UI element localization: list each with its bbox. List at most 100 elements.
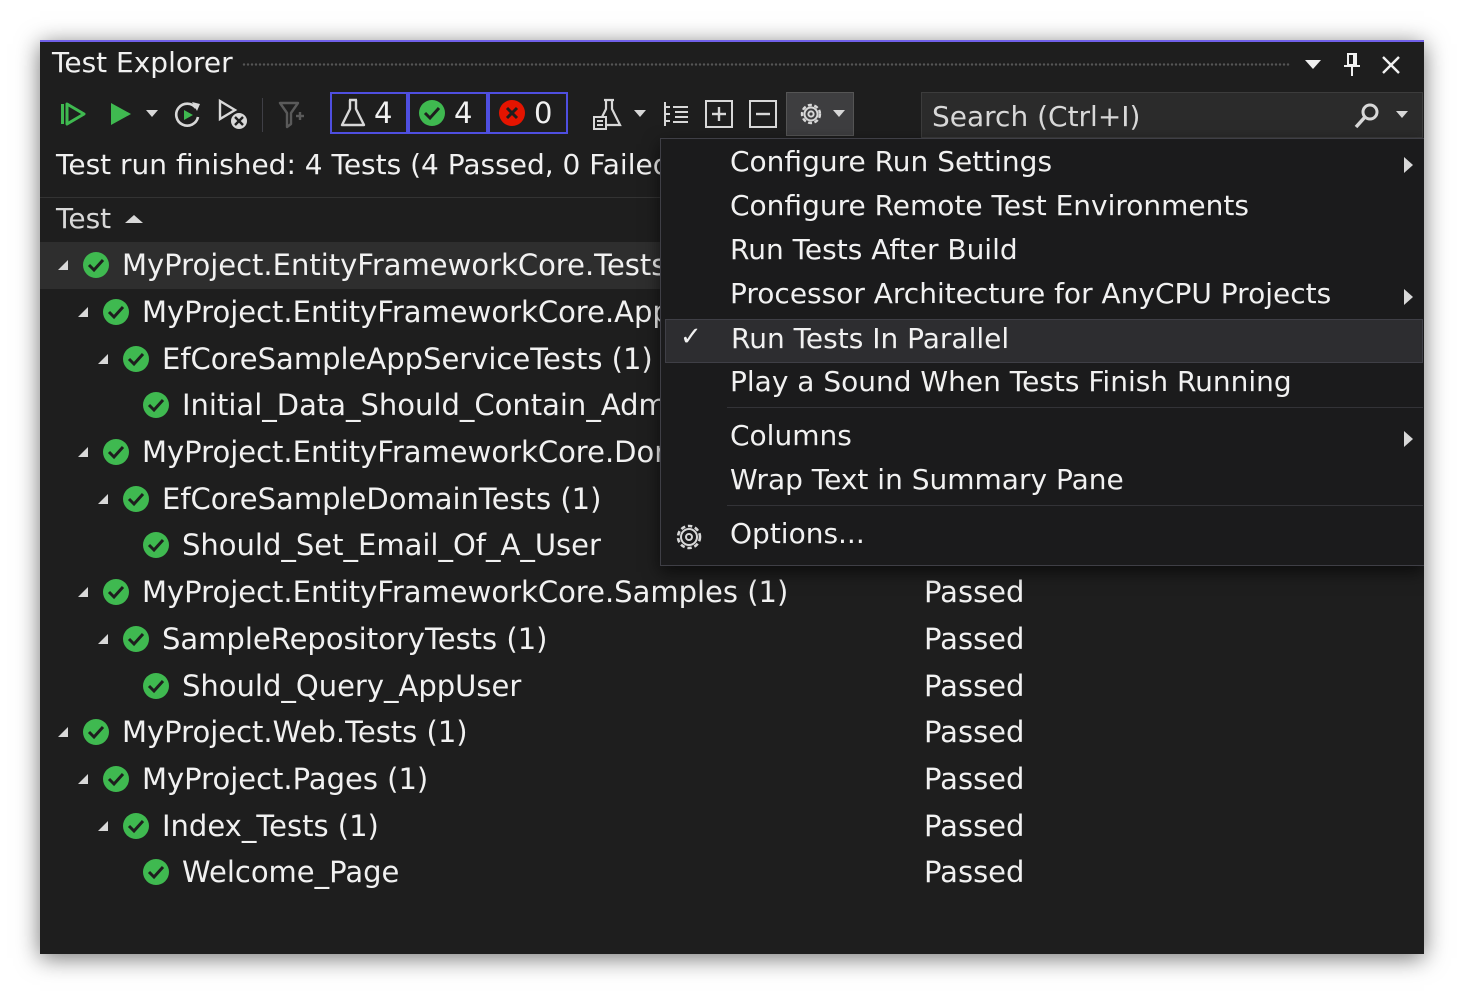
menu-item-label: Processor Architecture for AnyCPU Projec… — [730, 277, 1332, 310]
test-column-header[interactable]: Test — [56, 202, 144, 235]
test-name: MyProject.EntityFrameworkCore.Appli — [142, 295, 687, 330]
window-title: Test Explorer — [52, 46, 233, 79]
gear-icon — [673, 521, 705, 557]
tree-row[interactable]: MyProject.Pages (1) Passed — [40, 756, 1424, 803]
passed-icon — [142, 672, 170, 700]
passed-tests-counter[interactable]: 4 — [408, 92, 488, 134]
expand-arrow-icon[interactable] — [96, 352, 110, 366]
failed-tests-counter[interactable]: 0 — [488, 92, 568, 134]
test-status: Passed — [924, 715, 1025, 750]
tree-row[interactable]: SampleRepositoryTests (1) Passed — [40, 616, 1424, 663]
search-input[interactable] — [922, 93, 1354, 139]
passed-count: 4 — [454, 96, 473, 130]
menu-item-configure-run-settings[interactable]: Configure Run Settings — [661, 143, 1423, 187]
run-dropdown-button[interactable] — [140, 92, 164, 136]
window-menu-button[interactable] — [1298, 50, 1328, 80]
expand-arrow-icon[interactable] — [96, 819, 110, 833]
menu-item-play-a-sound-when-tests-finish-running[interactable]: Play a Sound When Tests Finish Running — [661, 363, 1423, 407]
expand-arrow-icon[interactable] — [76, 772, 90, 786]
run-all-button[interactable] — [54, 92, 92, 136]
passed-icon — [122, 625, 150, 653]
passed-icon — [142, 531, 170, 559]
play-icon — [111, 103, 131, 125]
checkmark-icon: ✓ — [680, 322, 702, 352]
failed-icon — [499, 100, 525, 126]
tree-row[interactable]: Should_Query_AppUser Passed — [40, 662, 1424, 709]
test-name: MyProject.Web.Tests (1) — [122, 715, 468, 750]
collapse-all-icon — [749, 100, 777, 128]
close-icon — [1382, 56, 1400, 74]
settings-dropdown-menu: Configure Run Settings Configure Remote T… — [660, 138, 1424, 566]
passed-icon — [102, 765, 130, 793]
chevron-down-icon[interactable] — [1396, 111, 1408, 119]
pin-icon — [1344, 53, 1360, 76]
test-status: Passed — [924, 621, 1025, 656]
menu-item-configure-remote-test-environments[interactable]: Configure Remote Test Environments — [661, 187, 1423, 231]
failed-count: 0 — [534, 96, 553, 130]
test-status: Passed — [924, 761, 1025, 796]
menu-separator — [727, 505, 1423, 506]
menu-item-columns[interactable]: Columns — [661, 417, 1423, 461]
playlist-dropdown-button[interactable] — [628, 92, 652, 136]
submenu-arrow-icon — [1404, 431, 1413, 451]
search-icon[interactable] — [1352, 101, 1382, 131]
collapse-all-button[interactable] — [744, 92, 782, 136]
title-bar: Test Explorer — [40, 42, 1424, 86]
test-status: Passed — [924, 668, 1025, 703]
search-box[interactable] — [921, 92, 1423, 139]
flask-icon — [340, 98, 366, 127]
expand-arrow-icon[interactable] — [76, 585, 90, 599]
menu-separator — [727, 407, 1423, 408]
hierarchy-icon — [664, 102, 688, 126]
menu-item-processor-architecture-for-anycpu-projects[interactable]: Processor Architecture for AnyCPU Projec… — [661, 275, 1423, 319]
expand-arrow-icon[interactable] — [56, 258, 70, 272]
filter-button[interactable] — [272, 92, 312, 136]
menu-item-run-tests-after-build[interactable]: Run Tests After Build — [661, 231, 1423, 275]
passed-icon — [102, 298, 130, 326]
expand-arrow-icon[interactable] — [76, 305, 90, 319]
test-name: Index_Tests (1) — [162, 808, 379, 843]
menu-item-label: Run Tests In Parallel — [731, 322, 1010, 355]
test-status: Passed — [924, 808, 1025, 843]
menu-item-options[interactable]: Options... — [661, 515, 1423, 559]
menu-item-wrap-text-in-summary-pane[interactable]: Wrap Text in Summary Pane — [661, 461, 1423, 505]
expand-arrow-icon[interactable] — [96, 492, 110, 506]
pin-button[interactable] — [1337, 50, 1367, 80]
passed-icon — [419, 100, 445, 126]
run-failed-tests-button[interactable] — [212, 92, 252, 136]
title-drag-area[interactable] — [242, 62, 1290, 67]
menu-item-label: Play a Sound When Tests Finish Running — [730, 365, 1292, 398]
gear-icon — [800, 103, 822, 125]
repeat-last-run-button[interactable] — [168, 92, 208, 136]
test-name: Should_Query_AppUser — [182, 668, 522, 703]
test-name: Welcome_Page — [182, 855, 400, 890]
tree-row[interactable]: Welcome_Page Passed — [40, 849, 1424, 896]
playlist-button[interactable] — [588, 92, 628, 136]
run-failed-icon — [218, 98, 247, 129]
tree-row[interactable]: MyProject.EntityFrameworkCore.Samples (1… — [40, 569, 1424, 616]
expand-arrow-icon[interactable] — [76, 445, 90, 459]
toolbar-separator — [262, 98, 263, 132]
group-by-button[interactable] — [658, 92, 694, 136]
close-button[interactable] — [1376, 50, 1406, 80]
passed-icon — [122, 485, 150, 513]
passed-icon — [122, 345, 150, 373]
chevron-down-icon — [146, 110, 158, 117]
passed-icon — [102, 578, 130, 606]
test-name: Initial_Data_Should_Contain_Admir — [182, 388, 687, 423]
expand-arrow-icon[interactable] — [96, 632, 110, 646]
expand-arrow-icon[interactable] — [56, 725, 70, 739]
tree-row[interactable]: MyProject.Web.Tests (1) Passed — [40, 709, 1424, 756]
run-button[interactable] — [102, 92, 138, 136]
expand-all-button[interactable] — [700, 92, 738, 136]
run-all-icon — [61, 102, 86, 126]
chevron-down-icon — [1305, 60, 1321, 69]
test-name: Should_Set_Email_Of_A_User — [182, 528, 601, 563]
menu-item-run-tests-in-parallel[interactable]: ✓ Run Tests In Parallel — [665, 319, 1423, 363]
settings-button[interactable] — [786, 92, 854, 136]
menu-item-label: Wrap Text in Summary Pane — [730, 463, 1124, 496]
tree-row[interactable]: Index_Tests (1) Passed — [40, 802, 1424, 849]
total-tests-counter[interactable]: 4 — [330, 92, 408, 134]
passed-icon — [142, 391, 170, 419]
